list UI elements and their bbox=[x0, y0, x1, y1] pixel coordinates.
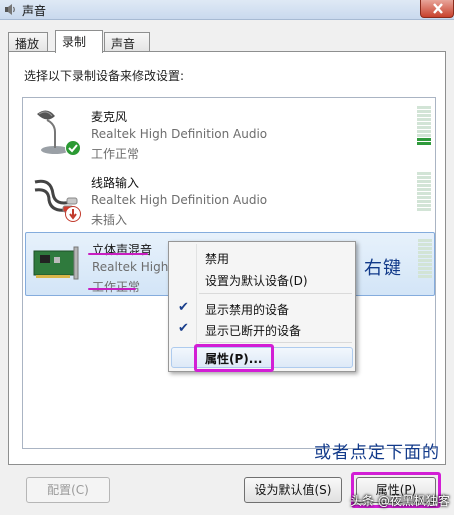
menu-separator bbox=[199, 342, 352, 343]
status-ok-icon bbox=[65, 140, 81, 156]
instruction-text: 选择以下录制设备来修改设置: bbox=[24, 69, 185, 83]
device-status: 工作正常 bbox=[92, 280, 141, 294]
annotation-or-click-below: 或者点定下面的 bbox=[314, 443, 440, 463]
checkmark-icon: ✔ bbox=[178, 300, 189, 315]
level-meter bbox=[417, 172, 431, 214]
tab-recording[interactable]: 录制 bbox=[55, 30, 103, 53]
annotation-right-click: 右键 bbox=[364, 258, 402, 279]
menu-item-set-default[interactable]: 设置为默认设备(D) bbox=[205, 272, 308, 289]
title-bar: 声音 bbox=[0, 0, 454, 20]
device-driver: Realtek High bbox=[92, 260, 169, 274]
level-meter bbox=[418, 239, 432, 281]
highlight-box-menu-properties bbox=[194, 344, 274, 372]
menu-separator bbox=[199, 293, 352, 294]
highlight-underline bbox=[88, 288, 136, 290]
tab-sounds[interactable]: 声音 bbox=[104, 32, 150, 52]
menu-item-show-disconnected[interactable]: 显示已断开的设备 bbox=[205, 322, 301, 339]
window-title: 声音 bbox=[22, 4, 47, 18]
device-item-microphone[interactable]: 麦克风 Realtek High Definition Audio 工作正常 bbox=[25, 100, 435, 164]
menu-item-show-disabled[interactable]: 显示禁用的设备 bbox=[205, 301, 289, 318]
device-driver: Realtek High Definition Audio bbox=[91, 193, 268, 207]
device-driver: Realtek High Definition Audio bbox=[91, 127, 268, 141]
sound-card-icon bbox=[32, 239, 82, 289]
checkmark-icon: ✔ bbox=[178, 321, 189, 336]
watermark-text: 头条 @夜黑枫独客 bbox=[350, 494, 450, 508]
set-default-button[interactable]: 设为默认值(S) bbox=[244, 477, 342, 503]
speaker-icon bbox=[4, 3, 16, 16]
device-name: 立体声混音 bbox=[92, 243, 153, 257]
close-icon bbox=[433, 3, 443, 14]
configure-button[interactable]: 配置(C) bbox=[26, 477, 110, 503]
device-name: 线路输入 bbox=[91, 176, 140, 190]
close-button[interactable] bbox=[420, 0, 454, 18]
device-status: 工作正常 bbox=[91, 147, 140, 161]
highlight-underline bbox=[88, 253, 148, 255]
tab-playback[interactable]: 播放 bbox=[8, 32, 48, 52]
menu-item-disable[interactable]: 禁用 bbox=[205, 250, 229, 267]
device-item-line-in[interactable]: 线路输入 Realtek High Definition Audio 未插入 bbox=[25, 166, 435, 230]
device-name: 麦克风 bbox=[91, 110, 128, 124]
level-meter bbox=[417, 106, 431, 148]
device-status: 未插入 bbox=[91, 213, 128, 227]
unplugged-arrow-icon bbox=[65, 206, 81, 222]
